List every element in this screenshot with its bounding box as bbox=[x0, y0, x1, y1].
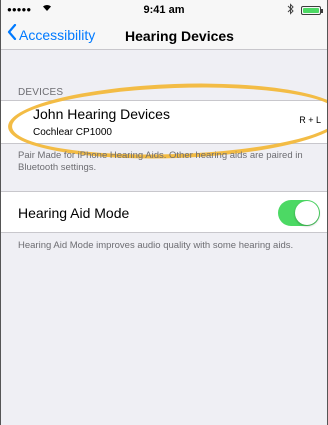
toggle-knob bbox=[295, 201, 319, 225]
hearing-aid-mode-footer: Hearing Aid Mode improves audio quality … bbox=[18, 240, 294, 251]
status-bar: ●●●●● 9:41 am bbox=[1, 0, 327, 20]
hearing-aid-mode-label: Hearing Aid Mode bbox=[18, 205, 130, 221]
hearing-aid-mode-toggle[interactable] bbox=[278, 200, 320, 226]
battery-icon bbox=[301, 6, 323, 15]
navigation-bar: Accessibility Hearing Devices bbox=[1, 20, 327, 50]
devices-section-header: DEVICES bbox=[18, 87, 64, 98]
page-title: Hearing Devices bbox=[125, 28, 234, 44]
bluetooth-icon bbox=[287, 3, 295, 18]
hearing-aid-mode-row: Hearing Aid Mode bbox=[1, 191, 327, 233]
chevron-left-icon bbox=[7, 23, 17, 44]
back-button-label: Accessibility bbox=[19, 27, 96, 43]
phone-screen: ●●●●● 9:41 am Accessibility Hearing Devi… bbox=[0, 0, 328, 425]
devices-footer-note: Pair Made for iPhone Hearing Aids. Other… bbox=[18, 150, 303, 173]
back-button[interactable]: Accessibility bbox=[7, 23, 96, 45]
status-time: 9:41 am bbox=[143, 4, 185, 16]
